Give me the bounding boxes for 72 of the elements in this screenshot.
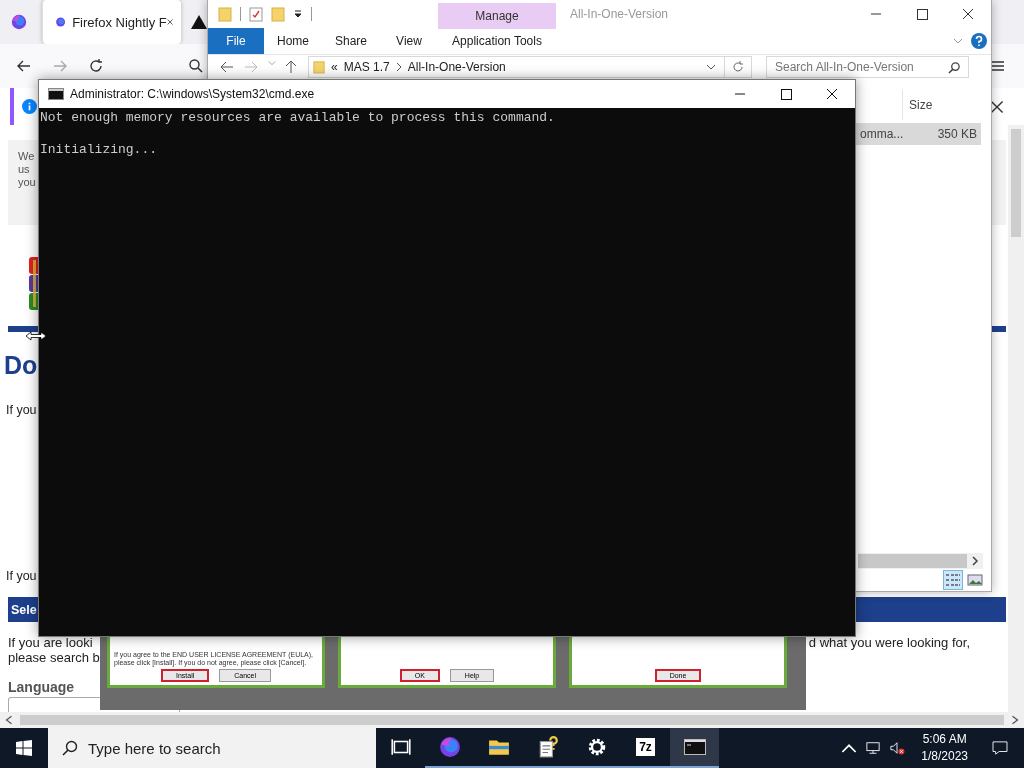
info-icon: [22, 99, 37, 114]
paragraph: If you are looki: [8, 635, 93, 650]
section-title: Sele: [11, 602, 37, 617]
window-title: All-In-One-Version: [570, 7, 669, 21]
console-icon: [683, 736, 706, 758]
dropdown-icon[interactable]: [293, 9, 303, 19]
warning-icon: [191, 15, 207, 29]
close-icon[interactable]: [990, 99, 1004, 114]
ribbon-tab[interactable]: View: [380, 28, 438, 54]
caret-icon[interactable]: [706, 64, 716, 70]
search-icon: [188, 58, 204, 74]
scrollbar[interactable]: [858, 553, 983, 569]
taskbar-button[interactable]: [670, 728, 719, 768]
console-output: Not enough memory resources are available to process this command.: [40, 110, 555, 126]
reload-icon[interactable]: [88, 58, 104, 74]
ribbon-context-tab[interactable]: Manage: [438, 3, 556, 29]
firefox-icon[interactable]: [10, 13, 28, 31]
field-label: Language: [8, 679, 75, 695]
muted-speaker-icon[interactable]: [889, 741, 906, 755]
file-row[interactable]: omma... 350 KB: [856, 123, 981, 145]
browser-tab[interactable]: Firefox Nightly F: [42, 0, 181, 44]
refresh-icon: [731, 60, 745, 74]
chevron-icon: [395, 62, 402, 72]
paragraph: If you: [6, 569, 37, 583]
back-icon[interactable]: [220, 60, 234, 74]
breadcrumb-item[interactable]: All-In-One-Version: [407, 60, 506, 74]
help-icon[interactable]: [971, 33, 987, 49]
up-icon[interactable]: [284, 60, 298, 74]
folder-icon: [313, 60, 325, 74]
scroll-right-icon[interactable]: [1010, 715, 1020, 725]
tab-title: Firefox Nightly F: [72, 14, 167, 30]
menu-icon[interactable]: [990, 58, 1006, 74]
paragraph: If you: [6, 403, 37, 417]
console-icon: [48, 88, 64, 100]
scroll-left-icon[interactable]: [4, 715, 14, 725]
ribbon-tab[interactable]: Home: [264, 28, 322, 54]
back-icon[interactable]: [16, 58, 32, 74]
search-icon: [62, 740, 78, 756]
search-field[interactable]: Type here to search: [48, 728, 376, 768]
checklist-icon[interactable]: [249, 6, 263, 22]
address-bar[interactable]: « MAS 1.7 All-In-One-Version: [308, 56, 725, 78]
scrollbar[interactable]: [1008, 125, 1024, 712]
clock-time: 5:06 AM: [922, 731, 967, 748]
notice-text: us: [18, 163, 30, 176]
ribbon-tab[interactable]: Application Tools: [438, 28, 556, 54]
task-view-icon: [389, 736, 412, 758]
breadcrumb-overflow[interactable]: «: [331, 60, 338, 74]
firefox-icon: [438, 736, 461, 758]
file-tab[interactable]: File: [208, 28, 264, 54]
column-header[interactable]: Size: [902, 90, 981, 120]
window-title: Administrator: C:\windows\System32\cmd.exe: [70, 87, 315, 101]
clock[interactable]: 5:06 AM 1/8/2023: [921, 731, 968, 765]
search-field[interactable]: Search All-In-One-Version: [766, 56, 969, 78]
network-icon[interactable]: [865, 741, 882, 755]
scroll-right-icon[interactable]: [971, 556, 979, 566]
page-heading: Do: [4, 350, 38, 381]
file-size: 350 KB: [937, 127, 977, 141]
console-output: Initializing...: [40, 142, 158, 158]
paragraph: d what you were looking for,: [808, 635, 970, 650]
details-view-button[interactable]: [943, 570, 963, 590]
breadcrumb-item[interactable]: MAS 1.7: [343, 60, 390, 74]
file-name: omma...: [859, 127, 904, 141]
windows-logo-icon[interactable]: [16, 740, 32, 756]
clock-date: 1/8/2023: [921, 748, 968, 765]
archiver-icon: 7z: [636, 738, 655, 756]
notifications-icon[interactable]: [992, 741, 1008, 755]
paragraph: please search b: [8, 650, 100, 665]
notice-text: you: [18, 176, 36, 189]
notice-text: We: [18, 150, 35, 163]
search-icon: [948, 61, 961, 74]
scrollbar[interactable]: [0, 712, 1024, 728]
ribbon-tab[interactable]: Share: [322, 28, 380, 54]
